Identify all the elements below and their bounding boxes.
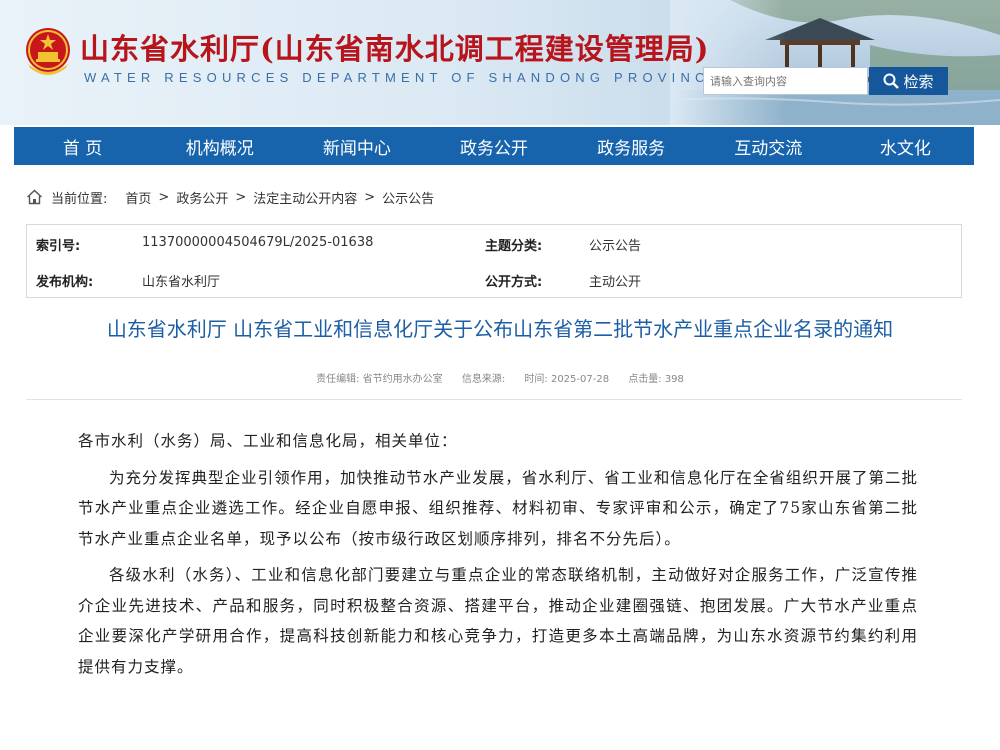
nav-government-affairs[interactable]: 政务公开 (425, 127, 562, 165)
article-paragraph: 各级水利（水务）、工业和信息化部门要建立与重点企业的常态联络机制，主动做好对企服… (78, 566, 918, 676)
breadcrumb-statutory-content[interactable]: 法定主动公开内容 (253, 188, 357, 207)
home-icon (27, 189, 42, 205)
article-meta: 责任编辑: 省节约用水办公室 信息来源: 时间: 2025-07-28 点击量:… (0, 370, 1000, 385)
search-icon (883, 73, 900, 89)
nav-interaction[interactable]: 互动交流 (700, 127, 837, 165)
index-number-value: 11370000004504679L/2025-01638 (142, 235, 374, 250)
article-salutation: 各市水利（水务）局、工业和信息化局，相关单位： (78, 432, 458, 450)
disclosure-method-value: 主动公开 (589, 275, 642, 290)
site-header: 山东省水利厅(山东省南水北调工程建设管理局) WATER RESOURCES D… (0, 0, 1000, 125)
meta-editor: 责任编辑: 省节约用水办公室 (316, 374, 443, 385)
search-button[interactable]: 检索 (869, 67, 948, 95)
article-body: 各市水利（水务）局、工业和信息化局，相关单位： 为充分发挥典型企业引领作用，加快… (78, 426, 918, 688)
meta-views: 点击量: 398 (628, 374, 684, 385)
breadcrumb-separator: > (235, 189, 247, 205)
breadcrumb-announcements[interactable]: 公示公告 (382, 188, 434, 207)
nav-news[interactable]: 新闻中心 (288, 127, 425, 165)
breadcrumb-government-affairs[interactable]: 政务公开 (176, 188, 228, 207)
nav-home[interactable]: 首 页 (14, 127, 151, 165)
breadcrumb-label: 当前位置: (51, 191, 108, 207)
search-input[interactable] (703, 67, 868, 95)
document-info-table: 索引号: 11370000004504679L/2025-01638 主题分类:… (26, 224, 962, 298)
breadcrumb-separator: > (158, 189, 170, 205)
nav-organization[interactable]: 机构概况 (151, 127, 288, 165)
search-button-label: 检索 (903, 73, 934, 91)
disclosure-method-key: 公开方式: (485, 275, 543, 290)
nav-water-culture[interactable]: 水文化 (837, 127, 974, 165)
publisher-value: 山东省水利厅 (142, 275, 221, 290)
category-key: 主题分类: (485, 239, 543, 254)
title-divider (26, 399, 962, 400)
breadcrumb-home[interactable]: 首页 (125, 188, 151, 207)
main-nav: 首 页 机构概况 新闻中心 政务公开 政务服务 互动交流 水文化 (14, 127, 974, 165)
nav-government-services[interactable]: 政务服务 (563, 127, 700, 165)
breadcrumb: 当前位置: 首页 > 政务公开 > 法定主动公开内容 > 公示公告 (26, 186, 434, 208)
breadcrumb-separator: > (364, 189, 376, 205)
article-title: 山东省水利厅 山东省工业和信息化厅关于公布山东省第二批节水产业重点企业名录的通知 (106, 317, 894, 341)
index-number-key: 索引号: (36, 239, 81, 254)
article-paragraph: 为充分发挥典型企业引领作用，加快推动节水产业发展，省水利厅、省工业和信息化厅在全… (78, 468, 918, 548)
meta-source: 信息来源: (461, 374, 506, 385)
category-value: 公示公告 (589, 239, 642, 254)
site-title: 山东省水利厅(山东省南水北调工程建设管理局) (80, 32, 710, 66)
pavilion-lake-scene (670, 0, 1000, 125)
site-title-english: WATER RESOURCES DEPARTMENT OF SHANDONG P… (84, 70, 724, 85)
publisher-key: 发布机构: (36, 275, 94, 290)
meta-time: 时间: 2025-07-28 (524, 374, 610, 385)
national-emblem-icon (26, 28, 70, 75)
